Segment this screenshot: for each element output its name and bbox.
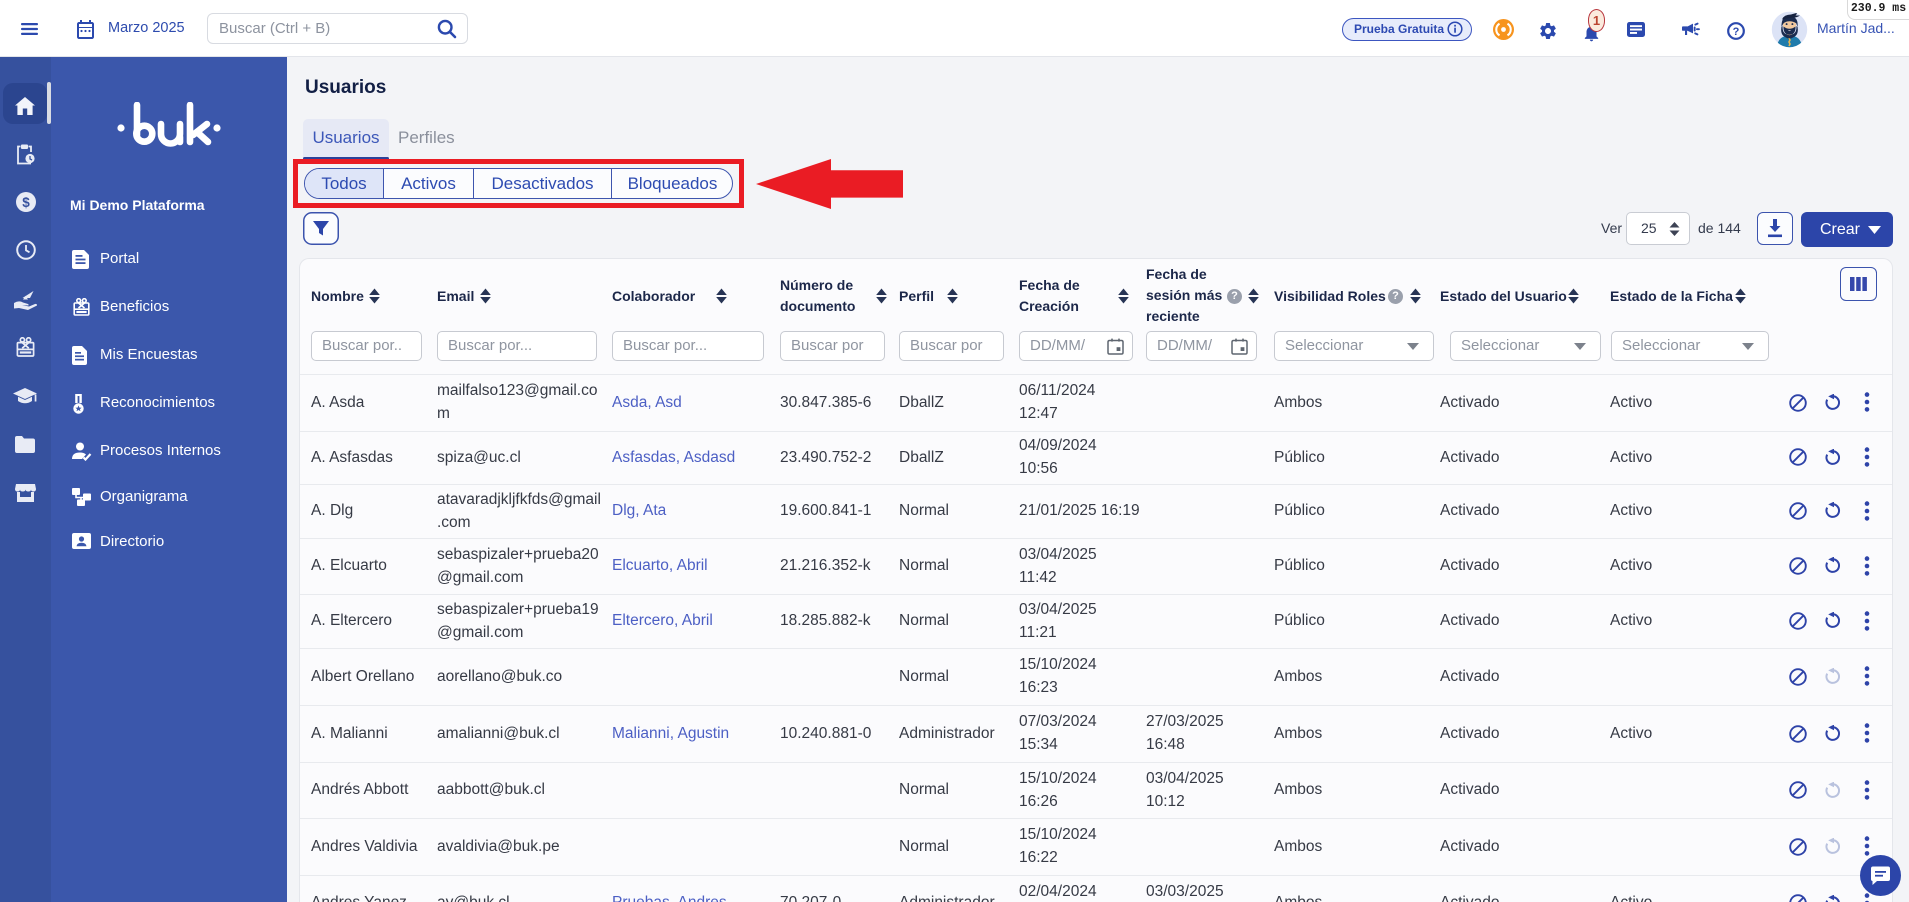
svg-text:$: $ <box>22 195 30 210</box>
svg-text:?: ? <box>1733 26 1740 38</box>
